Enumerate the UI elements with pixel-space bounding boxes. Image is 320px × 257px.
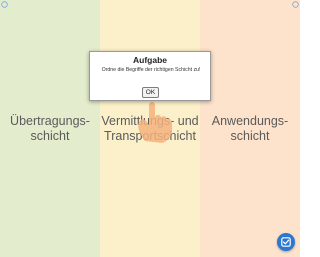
dialog-message: Ordne die Begriffe der richtigen Schicht… (101, 67, 201, 73)
check-button[interactable] (277, 233, 295, 251)
task-dialog: Aufgabe Ordne die Begriffe der richtigen… (89, 51, 211, 101)
drop-zone-uebertragungsschicht[interactable]: Übertragungs- schicht (0, 0, 100, 257)
ok-button[interactable]: OK (142, 87, 159, 98)
game-board: Übertragungs- schicht Vermittlungs- und … (0, 0, 300, 257)
info-icon (292, 1, 299, 8)
info-icon (1, 1, 8, 8)
column-label-uebertragungsschicht: Übertragungs- schicht (10, 114, 90, 143)
drop-zone-anwendungsschicht[interactable]: Anwendungs- schicht (200, 0, 300, 257)
column-label-anwendungsschicht: Anwendungs- schicht (211, 114, 289, 143)
dialog-title: Aufgabe (133, 55, 167, 65)
check-icon (281, 237, 291, 247)
pointing-hand-icon (131, 97, 177, 143)
